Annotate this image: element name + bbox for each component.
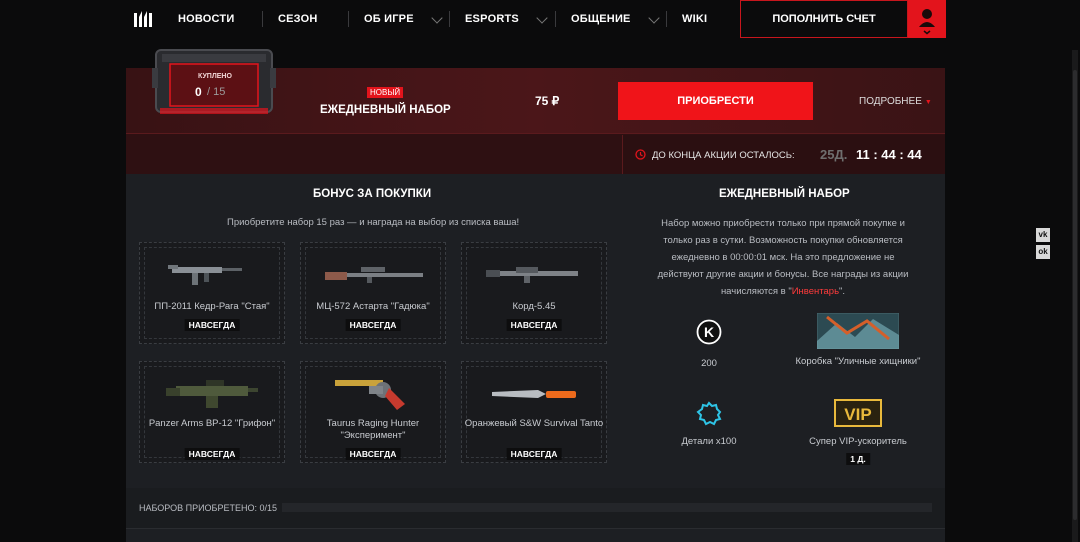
- reward-parts-label: Детали x100: [681, 436, 737, 447]
- k-coin-icon: K: [696, 319, 722, 345]
- daily-crate-icon: [152, 49, 276, 114]
- tile-name: Panzer Arms BP-12 "Грифон": [148, 418, 276, 429]
- game-logo-icon[interactable]: [132, 9, 156, 31]
- daily-title: ЕЖЕДНЕВНЫЙ НАБОР: [719, 188, 850, 200]
- caret-down-icon: ▼: [924, 99, 932, 106]
- timer-label: ДО КОНЦА АКЦИИ ОСТАЛОСЬ:: [652, 150, 795, 161]
- more-details-label: ПОДРОБНЕЕ: [859, 96, 922, 107]
- permanent-tag: НАВСЕГДА: [345, 319, 401, 331]
- reward-vip-label: Супер VIP-ускоритель: [809, 436, 907, 447]
- tile-name: Корд-5.45: [512, 301, 556, 312]
- offer-price: 75 ₽: [535, 94, 560, 108]
- nav-divider: [555, 11, 556, 27]
- permanent-tag: НАВСЕГДА: [345, 448, 401, 460]
- crate-caption: КУПЛЕНО: [198, 73, 232, 80]
- timer-days: 25Д.: [820, 147, 848, 162]
- buy-button[interactable]: ПРИОБРЕСТИ: [618, 82, 813, 120]
- bonus-item-kedr[interactable]: ПП-2011 Кедр-Рага "Стая" НАВСЕГДА: [139, 242, 285, 344]
- desc-line-last: начисляются в "Инвентарь".: [633, 283, 933, 300]
- bonus-subtitle: Приобретите набор 15 раз — и награда на …: [227, 217, 520, 228]
- ok-icon[interactable]: ok: [1036, 245, 1050, 259]
- nav-divider: [262, 11, 263, 27]
- reward-box-label: Коробка "Уличные хищники": [795, 356, 921, 367]
- crate-count: 0: [195, 85, 202, 99]
- bonus-item-tanto[interactable]: Оранжевый S&W Survival Tanto НАВСЕГДА: [461, 361, 607, 463]
- profile-button[interactable]: [908, 0, 946, 38]
- permanent-tag: НАВСЕГДА: [184, 319, 240, 331]
- smg-icon: [168, 265, 242, 285]
- nav-divider: [666, 11, 667, 27]
- desc-line: Набор можно приобрести только при прямой…: [661, 218, 905, 229]
- inventory-link[interactable]: Инвентарь: [792, 286, 839, 297]
- nav-item-news[interactable]: НОВОСТИ: [178, 0, 234, 38]
- street-predators-box-icon: [817, 313, 899, 349]
- chevron-down-icon[interactable]: [648, 12, 660, 24]
- timer-time: 11 : 44 : 44: [856, 147, 922, 162]
- desc-prefix: начисляются в ": [720, 286, 792, 297]
- clock-icon: [635, 149, 646, 160]
- sniper-rifle-icon: [325, 267, 423, 283]
- vk-icon[interactable]: vk: [1036, 228, 1050, 242]
- permanent-tag: НАВСЕГДА: [506, 319, 562, 331]
- permanent-tag: НАВСЕГДА: [506, 448, 562, 460]
- divider: [126, 528, 945, 529]
- desc-suffix: ".: [839, 286, 846, 297]
- purchase-progress-track: [282, 503, 932, 512]
- chevron-down-icon[interactable]: [431, 12, 443, 24]
- tile-name: ПП-2011 Кедр-Рага "Стая": [154, 301, 270, 312]
- bonus-item-kord[interactable]: Корд-5.45 НАВСЕГДА: [461, 242, 607, 344]
- nav-divider: [449, 11, 450, 27]
- desc-line: только раз в сутки. Возможность покупки …: [663, 235, 903, 246]
- permanent-tag: НАВСЕГДА: [184, 448, 240, 460]
- offer-title: ЕЖЕДНЕВНЫЙ НАБОР: [320, 104, 451, 116]
- user-avatar-icon: [919, 9, 935, 35]
- tile-name: Taurus Raging Hunter "Эксперимент": [326, 418, 420, 441]
- bonus-item-raging-hunter[interactable]: Taurus Raging Hunter "Эксперимент" НАВСЕ…: [300, 361, 446, 463]
- parts-gear-icon: [696, 401, 722, 426]
- scrollbar-thumb[interactable]: [1073, 70, 1077, 520]
- knife-icon: [492, 390, 576, 398]
- nav-item-wiki[interactable]: WIKI: [682, 0, 707, 38]
- shotgun-icon: [166, 380, 258, 408]
- purchase-progress-label: НАБОРОВ ПРИОБРЕТЕНО: 0/15: [139, 503, 277, 513]
- tile-name: МЦ-572 Астарта "Гадюка": [316, 301, 430, 312]
- nav-item-community[interactable]: ОБЩЕНИЕ: [571, 0, 631, 38]
- top-navigation: НОВОСТИ СЕЗОН ОБ ИГРЕ ESPORTS ОБЩЕНИЕ WI…: [0, 0, 1080, 40]
- machine-gun-icon: [486, 267, 578, 283]
- vip-booster-icon: VIP: [834, 399, 882, 427]
- bonus-title: БОНУС ЗА ПОКУПКИ: [313, 188, 432, 200]
- nav-item-esports[interactable]: ESPORTS: [465, 0, 519, 38]
- more-details-link[interactable]: ПОДРОБНЕЕ ▼: [859, 96, 932, 107]
- crate-total: / 15: [207, 86, 226, 98]
- desc-line: ежедневно в 00:00:01 мск. На это предлож…: [671, 252, 895, 263]
- bonus-item-bp12[interactable]: Panzer Arms BP-12 "Грифон" НАВСЕГДА: [139, 361, 285, 463]
- tile-name: Оранжевый S&W Survival Tanto: [464, 418, 604, 429]
- vip-text: VIP: [844, 405, 871, 424]
- nav-item-season[interactable]: СЕЗОН: [278, 0, 318, 38]
- desc-line: действуют другие акции и бонусы. Все наг…: [657, 269, 909, 280]
- chevron-down-icon[interactable]: [536, 12, 548, 24]
- nav-item-about-game[interactable]: ОБ ИГРЕ: [364, 0, 414, 38]
- tile-frame: [466, 366, 602, 458]
- reward-k-amount: 200: [701, 358, 717, 369]
- new-badge: НОВЫЙ: [367, 87, 404, 98]
- bonus-item-astarta[interactable]: МЦ-572 Астарта "Гадюка" НАВСЕГДА: [300, 242, 446, 344]
- top-up-balance-button[interactable]: ПОПОЛНИТЬ СЧЕТ: [740, 0, 908, 38]
- k-coin-letter: K: [704, 324, 714, 340]
- nav-divider: [348, 11, 349, 27]
- daily-description: Набор можно приобрести только при прямой…: [633, 215, 933, 300]
- revolver-icon: [335, 380, 405, 410]
- vip-duration-tag: 1 Д.: [846, 453, 870, 465]
